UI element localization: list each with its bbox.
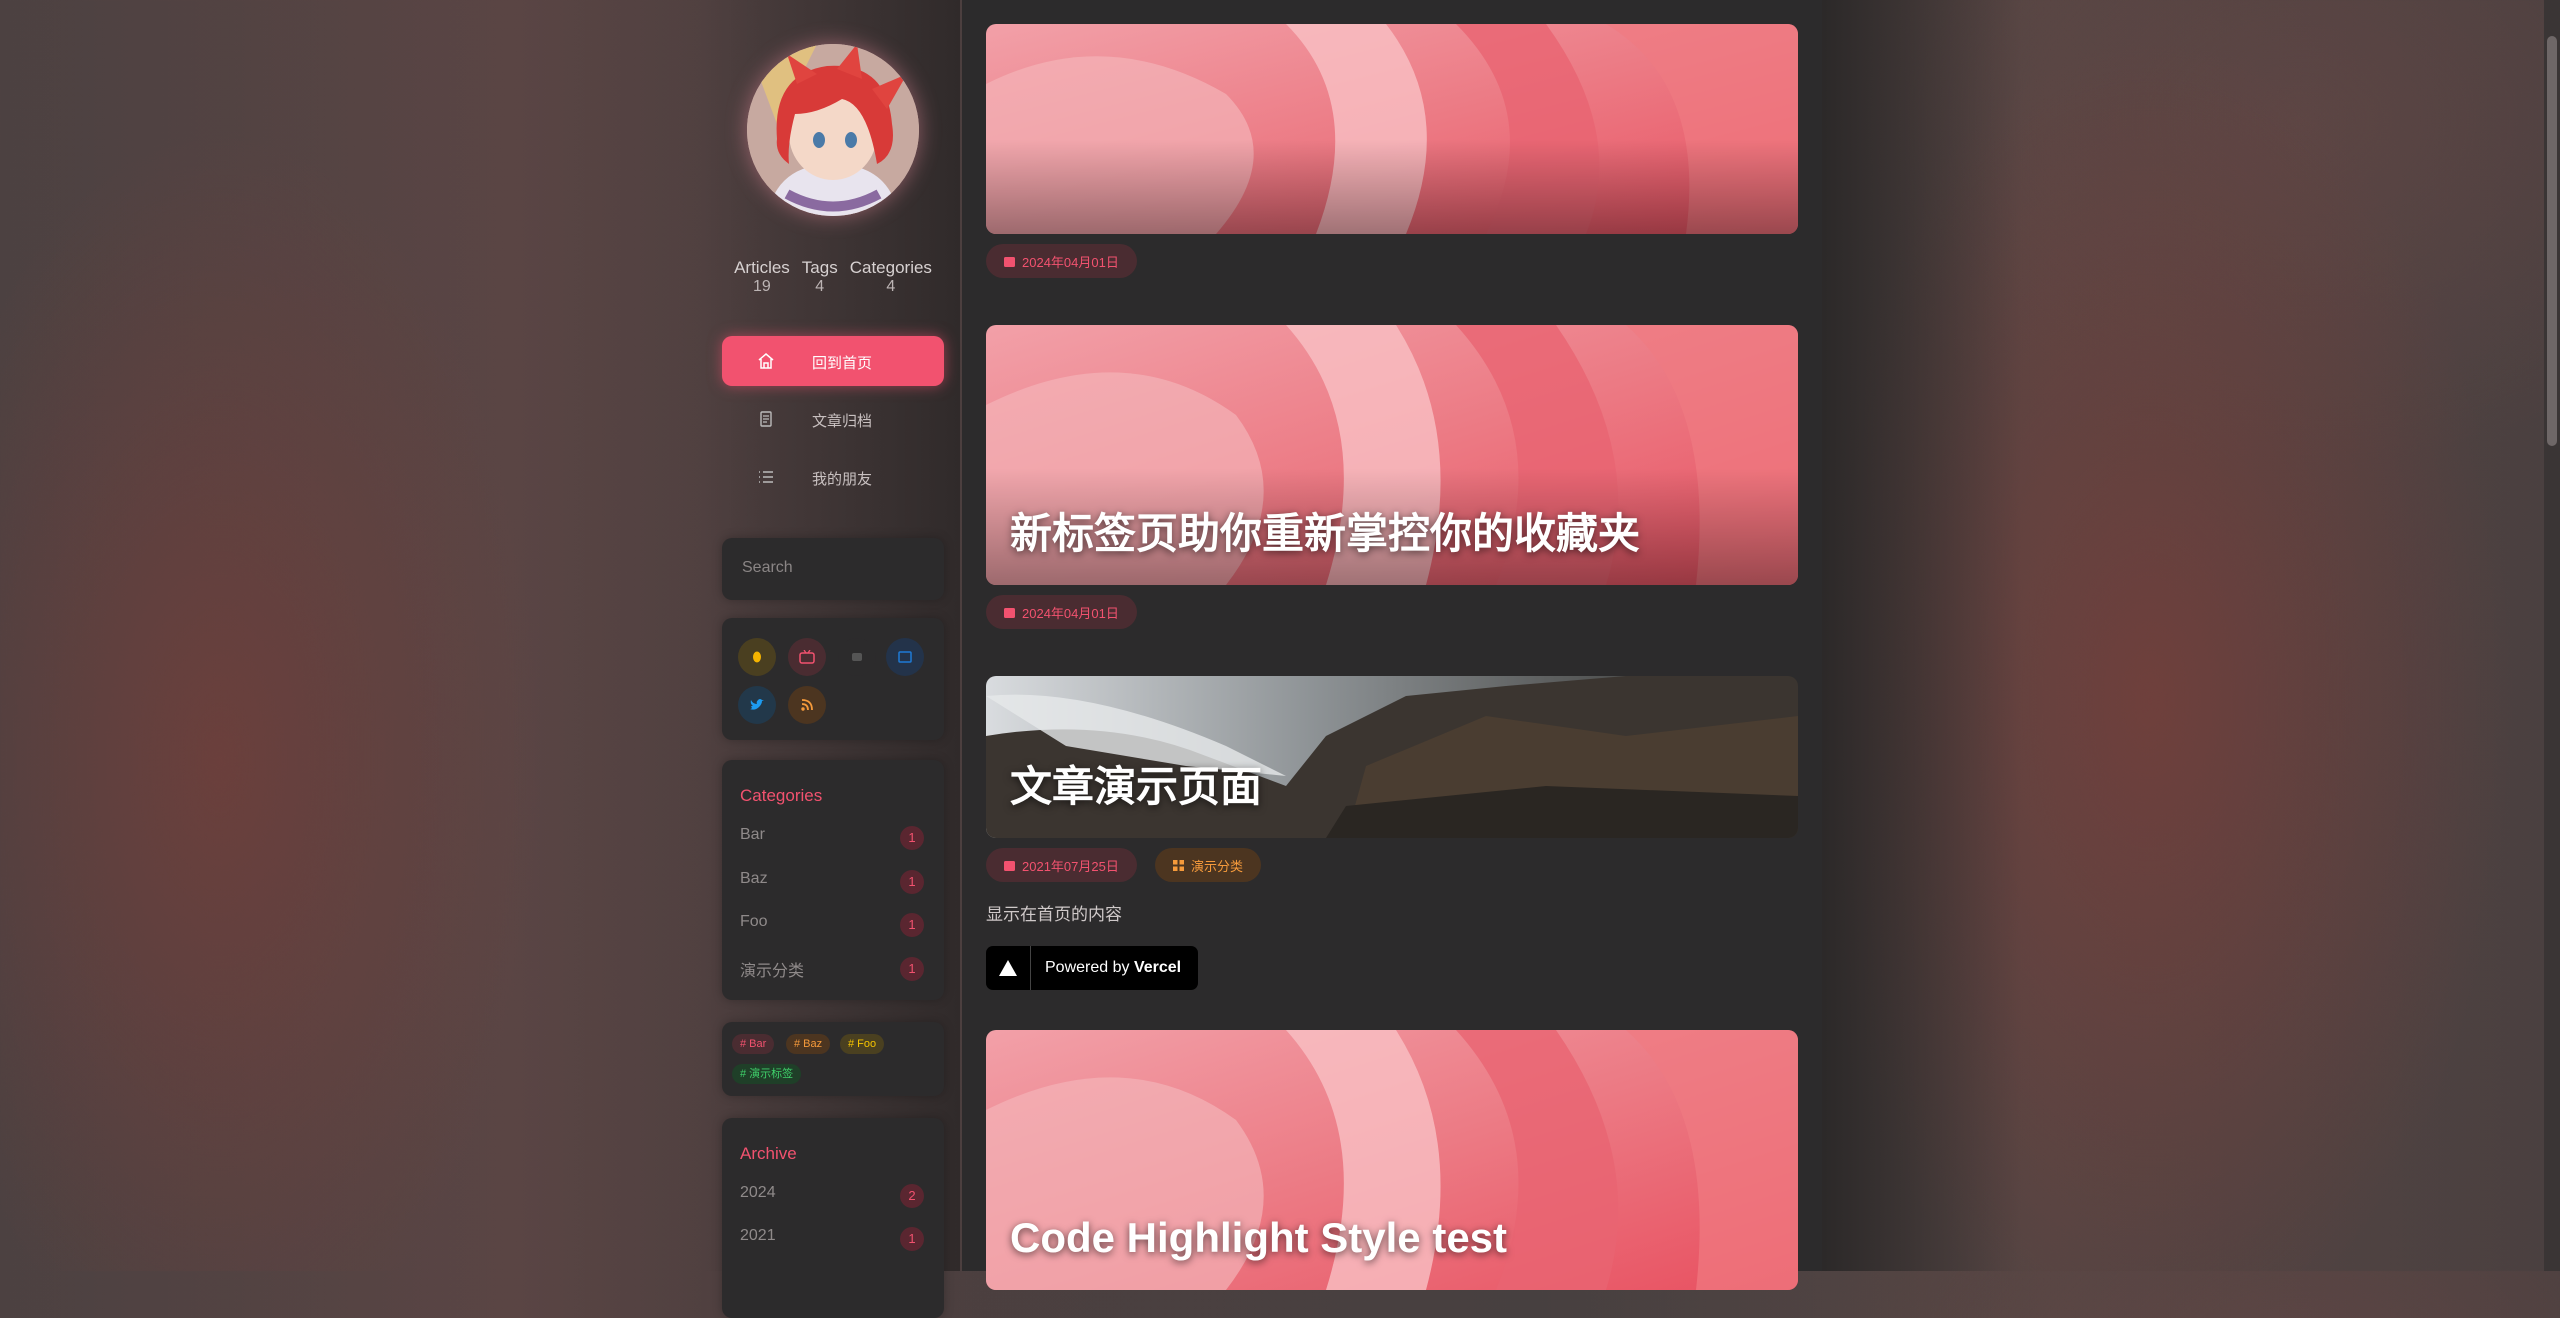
count-badge: 1 bbox=[900, 870, 924, 894]
tag-chip[interactable]: # Baz bbox=[786, 1034, 831, 1054]
social-rss[interactable] bbox=[788, 686, 826, 724]
tag-chip[interactable]: # Bar bbox=[732, 1034, 775, 1054]
social-zhihu[interactable] bbox=[886, 638, 924, 676]
post-date-chip[interactable]: 2024年04月01日 bbox=[986, 595, 1137, 629]
post-date: 2024年04月01日 bbox=[1022, 254, 1119, 270]
stat-value: 4 bbox=[886, 278, 896, 295]
post-excerpt: 显示在首页的内容 bbox=[986, 905, 1122, 924]
social-twitter[interactable] bbox=[738, 686, 776, 724]
tags-widget: # Bar # Baz # Foo # 演示标签 bbox=[722, 1022, 944, 1096]
post-title[interactable]: 文章演示页面 bbox=[1010, 753, 1262, 814]
archive-widget: Archive 2024 2 2021 1 bbox=[722, 1118, 944, 1318]
qq-icon bbox=[753, 651, 761, 663]
nav-item-friends[interactable]: 我的朋友 bbox=[722, 452, 944, 502]
vercel-brand: Vercel bbox=[1133, 959, 1182, 976]
count-badge: 2 bbox=[900, 1184, 924, 1208]
post-category-chip[interactable]: 演示分类 bbox=[1155, 848, 1262, 882]
count-badge: 1 bbox=[900, 913, 924, 937]
social-bilibili[interactable] bbox=[788, 638, 826, 676]
nav-item-archive[interactable]: 文章归档 bbox=[722, 394, 944, 444]
post-title[interactable]: 新标签页助你重新掌控你的收藏夹 bbox=[1010, 500, 1640, 561]
main-nav: 回到首页 文章归档 我的朋友 bbox=[722, 336, 944, 510]
count-badge: 1 bbox=[900, 957, 924, 981]
calendar-icon bbox=[1004, 256, 1015, 267]
sidebar: Articles 19 Tags 4 Categories 4 回到首页 文章归… bbox=[722, 0, 944, 1318]
rose-cover-image bbox=[986, 24, 1798, 234]
stat-label: Tags bbox=[801, 258, 838, 277]
twitter-icon bbox=[750, 699, 764, 710]
vercel-logo-icon bbox=[986, 946, 1031, 990]
count-badge: 1 bbox=[900, 1227, 924, 1251]
archive-year: 2024 bbox=[740, 1184, 776, 1201]
archive-item[interactable]: 2021 1 bbox=[740, 1227, 924, 1251]
stat-label: Categories bbox=[849, 258, 932, 277]
social-github[interactable] bbox=[838, 638, 876, 676]
category-name: 演示分类 bbox=[740, 963, 805, 980]
post-list: 2024年04月01日 新标签页助你重新掌控你的收藏夹 2024年04月01日 … bbox=[962, 0, 1822, 1290]
post-cover[interactable] bbox=[986, 24, 1798, 234]
calendar-icon bbox=[1004, 607, 1015, 618]
category-item[interactable]: Bar 1 bbox=[740, 826, 924, 850]
widget-title: Archive bbox=[740, 1144, 797, 1163]
archive-item[interactable]: 2024 2 bbox=[740, 1184, 924, 1208]
nav-item-label: 文章归档 bbox=[812, 413, 873, 430]
category-name: Foo bbox=[740, 913, 768, 930]
search-input[interactable] bbox=[740, 558, 924, 578]
categories-widget: Categories Bar 1 Baz 1 Foo 1 演示分类 1 bbox=[722, 760, 944, 1000]
zhihu-icon bbox=[898, 651, 912, 663]
stat-label: Articles bbox=[734, 258, 790, 277]
category-item[interactable]: Baz 1 bbox=[740, 870, 924, 894]
post-title[interactable]: Code Highlight Style test bbox=[1010, 1214, 1507, 1262]
rss-icon bbox=[801, 699, 813, 711]
widget-title: Categories bbox=[740, 786, 823, 805]
count-badge: 1 bbox=[900, 826, 924, 850]
tag-chip[interactable]: # 演示标签 bbox=[732, 1064, 802, 1084]
nav-item-label: 我的朋友 bbox=[812, 471, 873, 488]
post-date: 2024年04月01日 bbox=[1022, 605, 1119, 621]
post-date-chip[interactable]: 2024年04月01日 bbox=[986, 244, 1137, 278]
page-scrollbar[interactable] bbox=[2544, 0, 2560, 1271]
stat-tags[interactable]: Tags 4 bbox=[802, 258, 838, 296]
category-item[interactable]: Foo 1 bbox=[740, 913, 924, 937]
vercel-badge[interactable]: Powered by Vercel bbox=[986, 946, 1198, 990]
vercel-prefix: Powered by bbox=[1045, 959, 1130, 976]
background-shade bbox=[1822, 0, 2022, 1271]
post-cover[interactable]: Code Highlight Style test bbox=[986, 1030, 1798, 1290]
post-date-chip[interactable]: 2021年07月25日 bbox=[986, 848, 1137, 882]
bilibili-icon bbox=[799, 650, 815, 664]
post-date: 2021年07月25日 bbox=[1022, 858, 1119, 874]
stat-value: 4 bbox=[815, 278, 825, 295]
avatar[interactable] bbox=[747, 44, 919, 216]
stat-articles[interactable]: Articles 19 bbox=[734, 258, 790, 296]
calendar-icon bbox=[1004, 860, 1015, 871]
social-links bbox=[722, 618, 944, 740]
scrollbar-thumb[interactable] bbox=[2547, 36, 2557, 446]
grid-icon bbox=[1173, 859, 1184, 871]
github-icon bbox=[852, 653, 862, 661]
tag-chip[interactable]: # Foo bbox=[840, 1034, 885, 1054]
post-cover[interactable]: 文章演示页面 bbox=[986, 676, 1798, 838]
category-item[interactable]: 演示分类 1 bbox=[740, 957, 924, 981]
search-box bbox=[722, 538, 944, 600]
nav-item-label: 回到首页 bbox=[812, 355, 873, 372]
category-name: Baz bbox=[740, 870, 768, 887]
archive-year: 2021 bbox=[740, 1227, 776, 1244]
archive-icon bbox=[760, 411, 772, 427]
stat-value: 19 bbox=[753, 278, 771, 295]
post-category: 演示分类 bbox=[1191, 858, 1244, 874]
nav-item-home[interactable]: 回到首页 bbox=[722, 336, 944, 386]
post-cover[interactable]: 新标签页助你重新掌控你的收藏夹 bbox=[986, 325, 1798, 585]
stats-bar: Articles 19 Tags 4 Categories 4 bbox=[722, 258, 944, 296]
stat-categories[interactable]: Categories 4 bbox=[850, 258, 932, 296]
list-icon bbox=[759, 471, 773, 483]
social-qq[interactable] bbox=[738, 638, 776, 676]
avatar-anime-red-hair-icon bbox=[747, 44, 919, 216]
category-name: Bar bbox=[740, 826, 765, 843]
home-icon bbox=[758, 353, 774, 369]
